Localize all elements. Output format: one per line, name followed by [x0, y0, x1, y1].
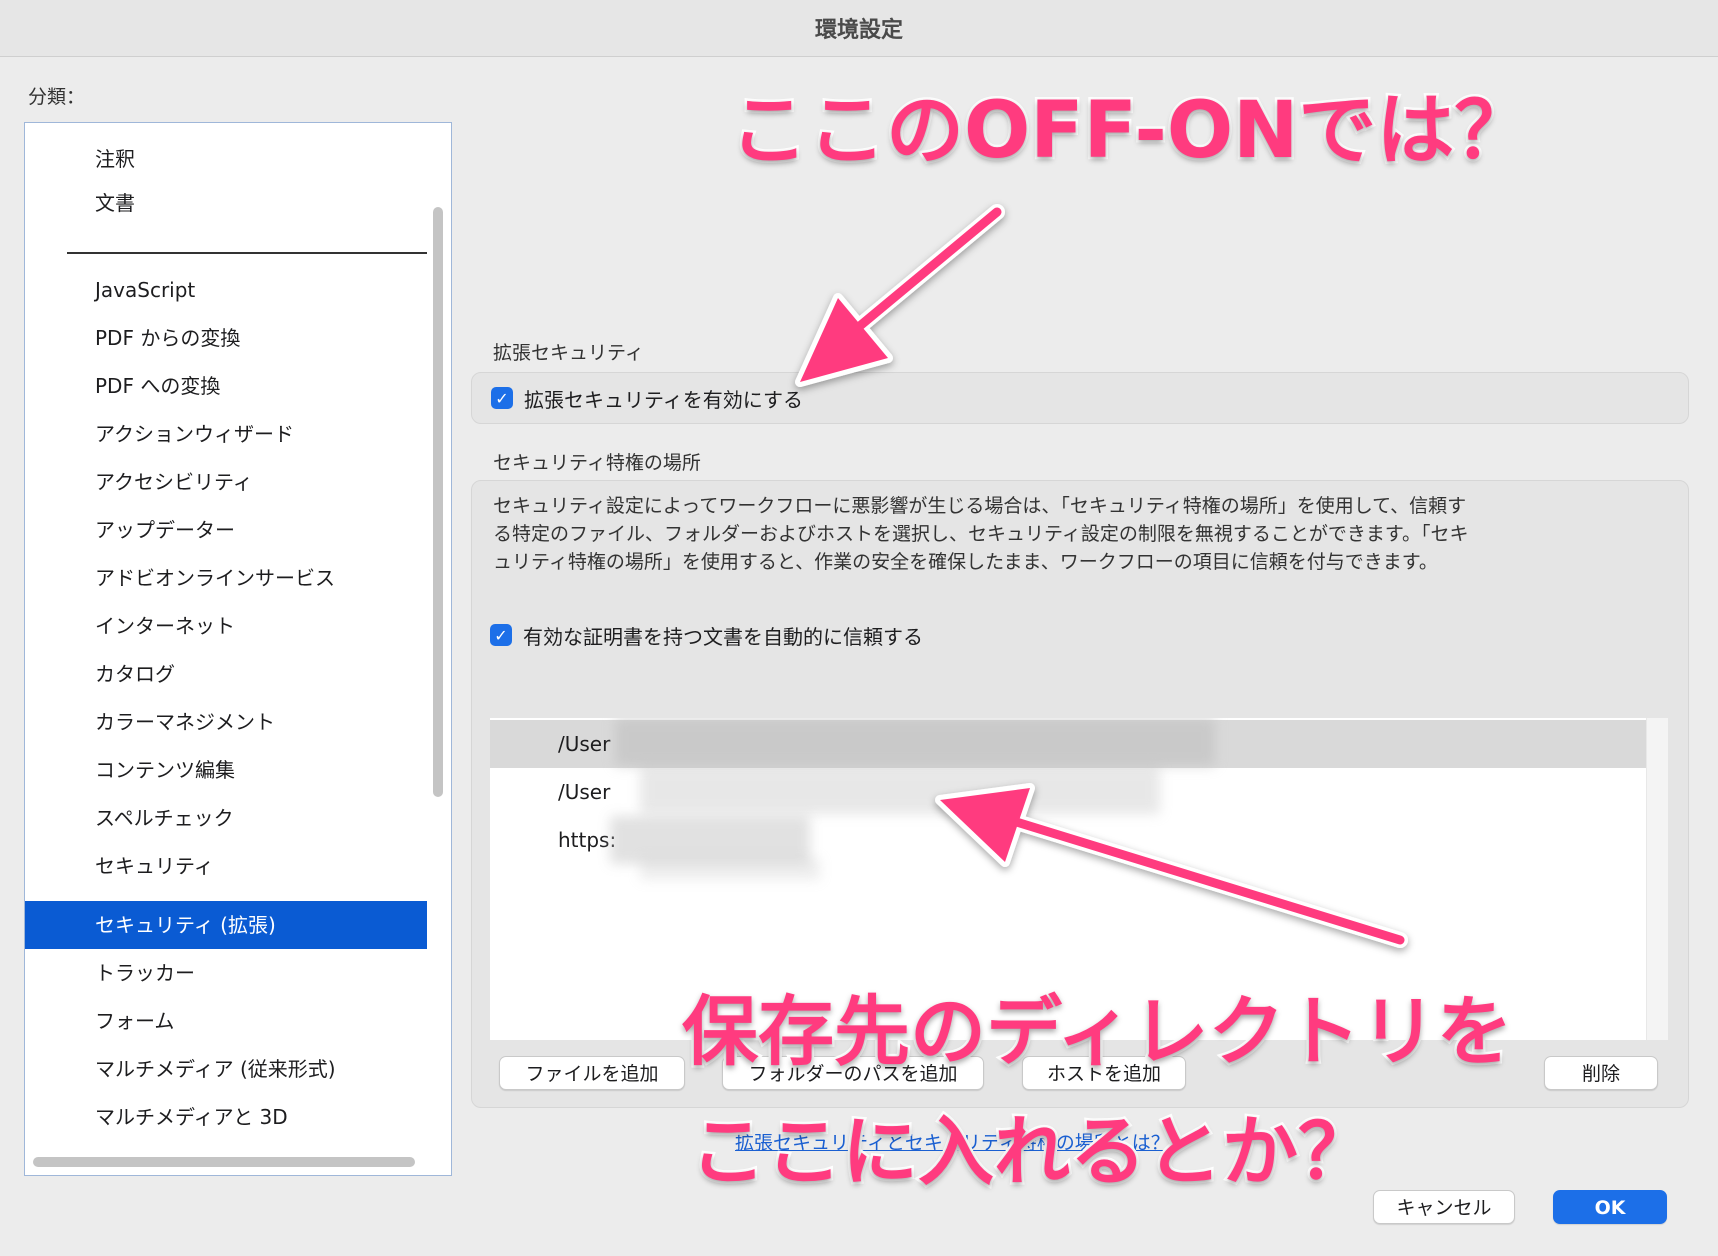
arrow-to-checkbox	[795, 204, 1005, 387]
annotation-top-text: ここのOFF-ONでは？	[727, 84, 1534, 179]
annotation-bottom-line1: 保存先のディレクトリを	[680, 985, 1516, 1079]
annotation-bottom-line2: ここに入れるとか？	[688, 1105, 1377, 1199]
arrow-to-list	[935, 783, 1408, 948]
